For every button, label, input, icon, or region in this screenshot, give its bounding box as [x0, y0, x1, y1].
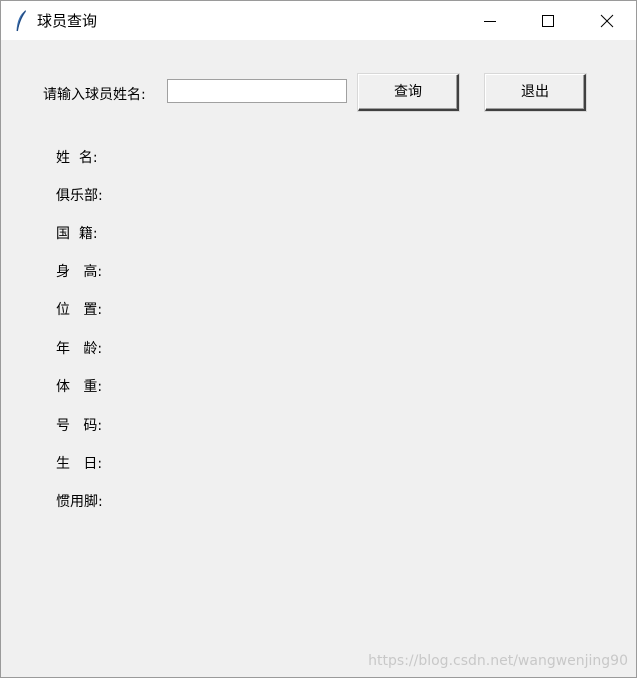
window-title: 球员查询 — [37, 12, 98, 30]
field-label-height: 身 高: — [56, 264, 103, 280]
app-window: 球员查询 请输入球员姓名: 查询 退出 姓 名: 俱乐部: 国 籍: 身 高: … — [0, 0, 637, 678]
close-button[interactable] — [578, 1, 636, 40]
close-icon — [600, 14, 614, 28]
minimize-button[interactable] — [461, 1, 519, 40]
minimize-icon — [484, 21, 496, 22]
maximize-icon — [542, 15, 554, 27]
field-label-preferred-foot: 惯用脚: — [56, 494, 103, 510]
watermark: https://blog.csdn.net/wangwenjing90 — [368, 653, 628, 669]
exit-button[interactable]: 退出 — [485, 74, 586, 111]
field-label-age: 年 龄: — [56, 341, 103, 357]
query-button[interactable]: 查询 — [358, 74, 459, 111]
player-name-input[interactable] — [167, 79, 347, 103]
field-label-birthday: 生 日: — [56, 456, 103, 472]
field-label-name: 姓 名: — [56, 150, 98, 166]
field-label-nationality: 国 籍: — [56, 226, 98, 242]
field-label-weight: 体 重: — [56, 379, 103, 395]
feather-icon — [16, 10, 26, 32]
player-name-label: 请输入球员姓名: — [43, 87, 146, 103]
field-label-club: 俱乐部: — [56, 188, 103, 204]
field-label-number: 号 码: — [56, 418, 103, 434]
field-label-position: 位 置: — [56, 302, 103, 318]
title-bar[interactable]: 球员查询 — [1, 1, 636, 40]
maximize-button[interactable] — [519, 1, 577, 40]
